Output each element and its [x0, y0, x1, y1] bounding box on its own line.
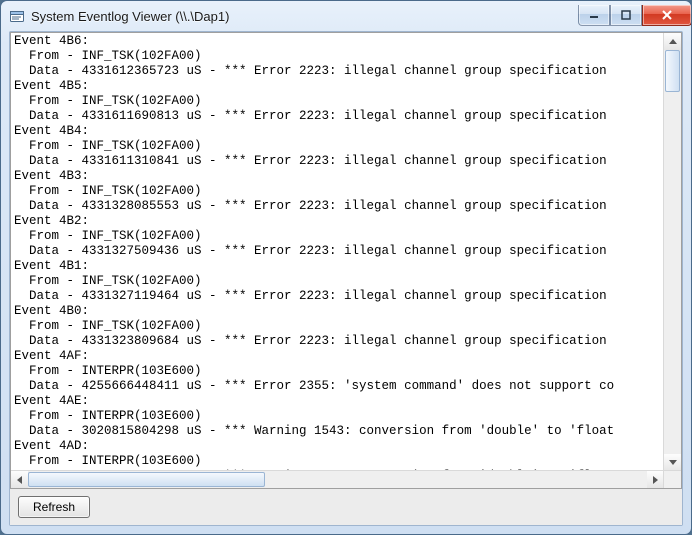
horizontal-scroll-track[interactable] — [28, 471, 647, 488]
vertical-scroll-track[interactable] — [664, 50, 681, 454]
app-icon — [9, 8, 25, 24]
horizontal-scroll-thumb[interactable] — [28, 472, 265, 487]
maximize-icon — [621, 10, 631, 20]
minimize-button[interactable] — [578, 5, 610, 26]
chevron-right-icon — [653, 476, 658, 484]
close-button[interactable] — [642, 5, 692, 26]
scroll-right-button[interactable] — [647, 471, 664, 488]
log-frame: Event 4B6: From - INF_TSK(102FA00) Data … — [10, 32, 682, 489]
window-title: System Eventlog Viewer (\\.\Dap1) — [31, 9, 578, 24]
vertical-scroll-thumb[interactable] — [665, 50, 680, 92]
scroll-down-button[interactable] — [664, 454, 681, 471]
chevron-down-icon — [669, 460, 677, 465]
minimize-icon — [589, 10, 599, 20]
chevron-left-icon — [17, 476, 22, 484]
chevron-up-icon — [669, 39, 677, 44]
log-viewport[interactable]: Event 4B6: From - INF_TSK(102FA00) Data … — [11, 33, 664, 471]
close-icon — [661, 10, 673, 20]
scroll-left-button[interactable] — [11, 471, 28, 488]
refresh-button[interactable]: Refresh — [18, 496, 90, 518]
client-area: Event 4B6: From - INF_TSK(102FA00) Data … — [9, 31, 683, 526]
caption-buttons — [578, 5, 692, 27]
button-bar: Refresh — [10, 489, 682, 525]
horizontal-scrollbar[interactable] — [11, 470, 664, 488]
scroll-corner — [663, 470, 681, 488]
app-window: System Eventlog Viewer (\\.\Dap1) Event … — [0, 0, 692, 535]
titlebar[interactable]: System Eventlog Viewer (\\.\Dap1) — [1, 1, 691, 31]
maximize-button[interactable] — [610, 5, 642, 26]
log-text: Event 4B6: From - INF_TSK(102FA00) Data … — [11, 33, 664, 471]
vertical-scrollbar[interactable] — [663, 33, 681, 471]
scroll-up-button[interactable] — [664, 33, 681, 50]
